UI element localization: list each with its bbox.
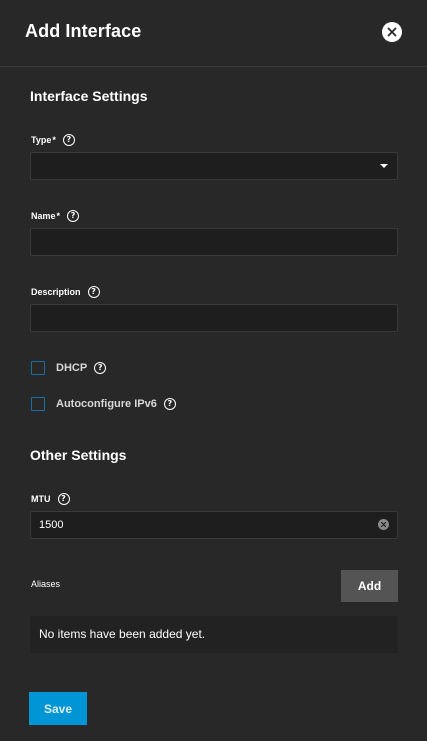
dialog-header: Add Interface — [0, 0, 427, 67]
autoconfigure-ipv6-row: Autoconfigure IPv6 ? — [31, 396, 176, 412]
mtu-label: MTU ? — [31, 492, 70, 506]
dhcp-label[interactable]: DHCP — [56, 362, 87, 374]
name-input[interactable] — [30, 228, 398, 256]
save-button[interactable]: Save — [29, 692, 87, 725]
mtu-label-text: MTU — [31, 494, 51, 504]
clear-icon[interactable] — [378, 519, 389, 530]
description-label-text: Description — [31, 287, 81, 297]
aliases-empty-state: No items have been added yet. — [30, 616, 398, 653]
add-alias-button[interactable]: Add — [341, 570, 398, 602]
add-interface-panel: Add Interface Interface Settings Type * … — [0, 0, 427, 741]
name-required-mark: * — [56, 211, 61, 221]
type-label: Type * ? — [31, 133, 75, 147]
dhcp-row: DHCP ? — [31, 360, 107, 376]
type-required-mark: * — [52, 135, 56, 145]
dhcp-checkbox[interactable] — [31, 361, 45, 375]
name-label: Name * ? — [31, 209, 80, 223]
autoconfigure-ipv6-label[interactable]: Autoconfigure IPv6 — [56, 398, 157, 410]
type-label-text: Type — [31, 135, 52, 145]
help-icon[interactable]: ? — [163, 398, 176, 410]
aliases-empty-text: No items have been added yet. — [39, 627, 206, 641]
close-button[interactable] — [382, 22, 402, 42]
aliases-label: Aliases — [31, 579, 61, 589]
other-settings-heading: Other Settings — [30, 447, 127, 463]
autoconfigure-ipv6-checkbox[interactable] — [31, 397, 45, 411]
name-label-text: Name — [31, 211, 56, 221]
close-icon — [387, 27, 397, 37]
description-label: Description ? — [31, 285, 100, 299]
help-icon[interactable]: ? — [67, 210, 80, 222]
mtu-input[interactable]: 1500 — [30, 511, 398, 539]
description-input[interactable] — [30, 304, 398, 332]
help-icon[interactable]: ? — [57, 493, 70, 505]
mtu-input-value: 1500 — [39, 519, 64, 531]
help-icon[interactable]: ? — [87, 286, 100, 298]
interface-settings-heading: Interface Settings — [30, 88, 148, 104]
help-icon[interactable]: ? — [62, 134, 75, 146]
dialog-title: Add Interface — [25, 21, 142, 41]
type-select[interactable] — [30, 152, 398, 180]
help-icon[interactable]: ? — [94, 362, 107, 374]
chevron-down-icon — [380, 164, 388, 168]
